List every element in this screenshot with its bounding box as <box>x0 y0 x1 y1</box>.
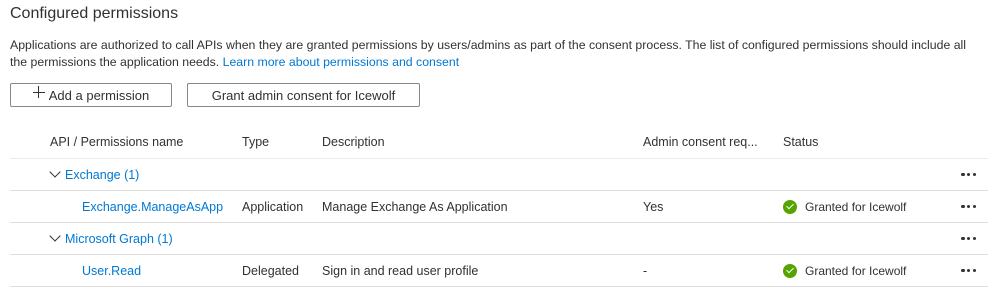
group-toggle-exchange[interactable]: Exchange (1) <box>49 159 140 190</box>
status-badge: Granted for Icewolf <box>783 255 906 286</box>
status-text: Granted for Icewolf <box>805 263 907 278</box>
permission-name-link[interactable]: User.Read <box>82 255 141 286</box>
more-icon[interactable] <box>961 159 976 190</box>
column-header-status[interactable]: Status <box>783 126 818 158</box>
permission-name-link[interactable]: Exchange.ManageAsApp <box>82 191 223 222</box>
learn-more-link[interactable]: Learn more about permissions and consent <box>223 55 460 69</box>
group-row-exchange: Exchange (1) <box>10 159 988 191</box>
more-icon[interactable] <box>961 255 976 286</box>
more-icon[interactable] <box>961 191 976 222</box>
permission-type: Delegated <box>242 263 299 278</box>
check-circle-icon <box>783 263 797 278</box>
column-header-api-permissions-name[interactable]: API / Permissions name <box>50 126 183 158</box>
status-text: Granted for Icewolf <box>805 199 907 214</box>
table-row: Exchange.ManageAsApp Application Manage … <box>10 191 988 223</box>
add-permission-label: Add a permission <box>48 87 150 103</box>
section-title: Configured permissions <box>10 5 179 22</box>
add-permission-button[interactable]: Add a permission <box>10 83 172 107</box>
admin-consent-required: Yes <box>643 199 664 214</box>
column-header-description[interactable]: Description <box>322 126 385 158</box>
group-row-microsoft-graph: Microsoft Graph (1) <box>10 223 988 255</box>
column-header-type[interactable]: Type <box>242 126 269 158</box>
admin-consent-required: - <box>643 263 648 278</box>
table-header: API / Permissions name Type Description … <box>10 126 988 159</box>
table-row: User.Read Delegated Sign in and read use… <box>10 255 988 287</box>
chevron-down-icon <box>49 166 61 178</box>
more-icon[interactable] <box>961 223 976 254</box>
description-text: Applications are authorized to call APIs… <box>10 38 967 69</box>
grant-admin-consent-button[interactable]: Grant admin consent for Icewolf <box>187 83 420 107</box>
group-name: Exchange (1) <box>65 167 140 182</box>
group-toggle-microsoft-graph[interactable]: Microsoft Graph (1) <box>49 223 173 254</box>
section-description: Applications are authorized to call APIs… <box>10 37 985 71</box>
column-header-admin-consent[interactable]: Admin consent req... <box>643 126 758 158</box>
check-circle-icon <box>783 199 797 214</box>
permission-type: Application <box>242 199 304 214</box>
status-badge: Granted for Icewolf <box>783 191 906 222</box>
permission-description: Manage Exchange As Application <box>322 199 508 214</box>
group-name: Microsoft Graph (1) <box>65 231 173 246</box>
chevron-down-icon <box>49 230 61 242</box>
plus-icon <box>32 86 45 98</box>
permission-description: Sign in and read user profile <box>322 263 479 278</box>
